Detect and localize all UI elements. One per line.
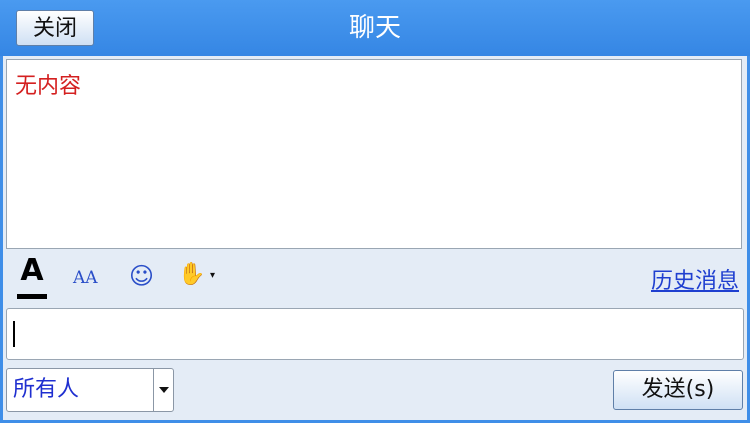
title-bar: 关闭 聊天 (0, 0, 750, 56)
message-area[interactable]: 无内容 (6, 59, 742, 249)
page-title: 聊天 (348, 13, 401, 43)
chat-panel: 无内容 A AA ☺ ✋ ▾ 历史消息 所有人 发送(s) (3, 56, 747, 420)
text-cursor (13, 321, 15, 347)
recipient-select[interactable]: 所有人 (6, 368, 174, 412)
font-color-icon[interactable]: A (15, 254, 49, 300)
font-color-bar (17, 294, 47, 299)
history-link[interactable]: 历史消息 (651, 263, 739, 295)
emoji-icon[interactable]: ☺ (129, 262, 154, 290)
recipient-selected-value: 所有人 (13, 377, 80, 402)
send-button[interactable]: 发送(s) (613, 370, 743, 410)
chevron-down-icon[interactable]: ▾ (210, 270, 215, 281)
gesture-icon[interactable]: ✋ (178, 262, 205, 287)
message-input[interactable] (6, 308, 744, 360)
select-arrow-box[interactable] (153, 369, 173, 411)
font-size-icon[interactable]: AA (73, 268, 98, 288)
chevron-down-icon (159, 387, 169, 393)
empty-message-text: 无内容 (15, 74, 82, 99)
font-color-letter: A (20, 253, 44, 288)
